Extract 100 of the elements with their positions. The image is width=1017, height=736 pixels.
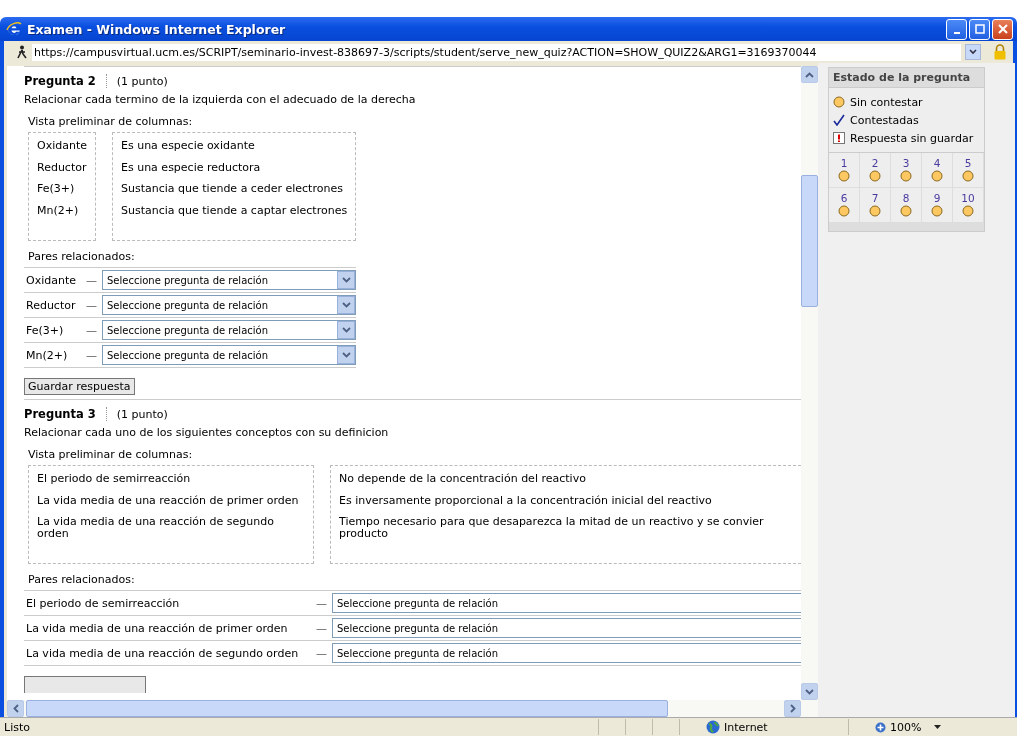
circle-icon xyxy=(931,169,943,182)
match-select[interactable]: Seleccione pregunta de relación xyxy=(102,320,356,341)
pair-dash: — xyxy=(86,298,98,312)
column-term: Fe(3+) xyxy=(37,183,76,195)
circle-icon xyxy=(869,204,881,217)
question-prompt: Relacionar cada uno de los siguientes conceptos con su definicion xyxy=(24,426,390,440)
circle-icon xyxy=(931,204,943,217)
warning-icon xyxy=(833,132,845,144)
chevron-left-icon xyxy=(12,704,19,713)
chevron-down-icon xyxy=(341,302,351,309)
question-nav-item[interactable]: 4 xyxy=(922,153,953,188)
chevron-down-icon xyxy=(341,277,351,284)
column-term: El periodo de semirreacción xyxy=(37,473,192,485)
question-points: (1 punto) xyxy=(116,74,168,88)
pairs-label: Pares relacionados: xyxy=(28,573,136,587)
zoom-icon xyxy=(875,721,886,733)
vertical-scrollbar[interactable] xyxy=(801,66,818,700)
preview-label: Vista preliminar de columnas: xyxy=(28,448,194,462)
pair-dash: — xyxy=(316,621,328,635)
column-definition: Sustancia que tiende a captar electrones xyxy=(121,204,348,217)
panel-title: Estado de la pregunta xyxy=(829,68,984,88)
chevron-right-icon xyxy=(789,704,796,713)
window-title: Examen - Windows Internet Explorer xyxy=(27,21,286,37)
pair-term: El periodo de semirreacción xyxy=(25,596,181,610)
dropdown-icon[interactable] xyxy=(934,725,941,729)
zoom-level[interactable]: 100% xyxy=(890,720,930,734)
save-answer-button[interactable]: Guardar respuesta xyxy=(24,378,135,396)
question-nav-item[interactable]: 3 xyxy=(891,153,922,188)
scroll-up-button[interactable] xyxy=(801,66,818,83)
checkmark-icon xyxy=(833,114,845,126)
person-icon xyxy=(16,45,28,59)
question-points: (1 punto) xyxy=(116,407,168,421)
pair-term: Mn(2+) xyxy=(25,348,69,362)
horizontal-scrollbar[interactable] xyxy=(7,700,818,717)
pair-term: La vida media de una reacción de primer orden xyxy=(25,621,289,635)
match-select[interactable]: Seleccione pregunta de relación xyxy=(332,618,801,639)
legend-label: Contestadas xyxy=(850,113,919,127)
padlock-icon[interactable] xyxy=(993,44,1007,60)
match-select[interactable]: Seleccione pregunta de relación xyxy=(102,345,356,366)
pair-dash: — xyxy=(316,646,328,660)
legend-label: Respuesta sin guardar xyxy=(850,131,974,145)
circle-icon xyxy=(962,169,974,182)
scroll-thumb[interactable] xyxy=(26,700,668,717)
pair-dash: — xyxy=(86,273,98,287)
column-definition: Es una especie reductora xyxy=(121,161,262,174)
status-text: Listo xyxy=(4,720,31,734)
column-term: La vida media de una reacción de primer orden xyxy=(37,494,300,507)
column-term: Oxidante xyxy=(37,140,87,152)
match-select[interactable]: Seleccione pregunta de relación xyxy=(332,593,801,614)
question-title: Pregunta 3 xyxy=(24,407,96,422)
circle-icon xyxy=(838,169,850,182)
circle-icon xyxy=(838,204,850,217)
scroll-thumb[interactable] xyxy=(801,175,818,307)
save-answer-button[interactable] xyxy=(24,676,146,694)
column-term: La vida media de una reacción de segundo orden xyxy=(37,516,275,540)
pair-term: Reductor xyxy=(25,298,77,312)
pair-dash: — xyxy=(86,348,98,362)
minimize-button[interactable] xyxy=(946,18,967,40)
column-definition: No depende de la concentración del reactivo xyxy=(339,473,587,485)
pair-dash: — xyxy=(86,323,98,337)
pairs-label: Pares relacionados: xyxy=(28,250,136,264)
column-definition: Es inversamente proporcional a la concentración inicial del reactivo xyxy=(339,494,713,507)
legend-label: Sin contestar xyxy=(850,95,923,109)
preview-label: Vista preliminar de columnas: xyxy=(28,115,194,128)
pair-term: Oxidante xyxy=(25,273,77,287)
question-nav-item[interactable]: 5 xyxy=(953,153,984,188)
match-select[interactable]: Seleccione pregunta de relación xyxy=(102,295,356,316)
maximize-button[interactable] xyxy=(969,18,990,40)
circle-icon xyxy=(962,204,974,217)
maximize-icon xyxy=(974,24,985,34)
scroll-left-button[interactable] xyxy=(7,700,24,717)
globe-icon xyxy=(706,720,720,734)
address-dropdown-button[interactable] xyxy=(965,44,981,60)
browser-logo-icon xyxy=(6,21,22,37)
chevron-down-icon xyxy=(341,352,351,359)
pair-term: Fe(3+) xyxy=(25,323,65,337)
address-field[interactable]: https://campusvirtual.ucm.es/SCRIPT/seminario-invest-838697-3/scripts/student/serve_new_quiz?ACTION=SHOW_QUIZ2&ARG1=3169370044 xyxy=(32,43,961,61)
chevron-down-icon xyxy=(341,327,351,334)
column-term: Reductor xyxy=(37,161,87,174)
column-definition: Es una especie oxidante xyxy=(121,140,256,152)
column-definition: Tiempo necesario para que desaparezca la mitad de un reactivo y se convier producto xyxy=(339,516,765,540)
match-select[interactable]: Seleccione pregunta de relación xyxy=(102,270,356,291)
match-select[interactable]: Seleccione pregunta de relación xyxy=(332,643,801,664)
column-definition: Sustancia que tiende a ceder electrones xyxy=(121,183,344,195)
scroll-right-button[interactable] xyxy=(784,700,801,717)
scroll-down-button[interactable] xyxy=(801,683,818,700)
pair-term: La vida media de una reacción de segundo orden xyxy=(25,646,300,660)
pair-dash: — xyxy=(316,596,328,610)
close-icon xyxy=(997,24,1008,34)
chevron-down-icon xyxy=(969,49,977,55)
security-zone: Internet xyxy=(724,720,769,734)
chevron-up-icon xyxy=(805,71,814,78)
question-title: Pregunta 2 xyxy=(24,74,96,88)
circle-icon xyxy=(833,96,845,108)
column-term: Mn(2+) xyxy=(37,204,80,217)
question-nav-item[interactable]: 1 xyxy=(829,153,860,188)
close-button[interactable] xyxy=(992,18,1013,40)
minimize-icon xyxy=(953,31,960,34)
question-nav-item[interactable]: 2 xyxy=(860,153,891,188)
question-prompt: Relacionar cada termino de la izquierda con el adecuado de la derecha xyxy=(24,93,417,106)
